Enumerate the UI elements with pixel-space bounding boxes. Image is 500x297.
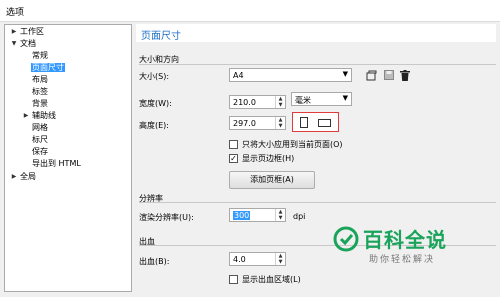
- expand-icon[interactable]: ▶: [22, 110, 30, 122]
- add-page-frame-button[interactable]: 添加页框(A): [229, 171, 315, 189]
- width-label: 宽度(W):: [139, 99, 172, 108]
- watermark-title: 百科全说: [363, 228, 447, 252]
- disk-icon[interactable]: [382, 68, 396, 82]
- show-bleed-area-checkbox[interactable]: 显示出血区域(L): [229, 274, 301, 285]
- options-tree[interactable]: ▶ 工作区 ▼ 文档 常规 页面尺寸 布局 标签 背景 ▶ 辅助线 网格 标尺 保存 …: [4, 24, 132, 292]
- divider: [139, 64, 496, 65]
- bleed-label: 出血(B):: [139, 257, 170, 266]
- spin-buttons[interactable]: ▲ ▼: [275, 209, 285, 221]
- spin-buttons[interactable]: ▲ ▼: [275, 96, 285, 108]
- watermark: 百科全说 助你轻松解决: [333, 222, 483, 272]
- tree-item-export-html[interactable]: 导出到 HTML: [31, 158, 82, 170]
- page-title: 页面尺寸: [136, 24, 496, 42]
- tree-item-background[interactable]: 背景: [31, 98, 49, 110]
- spin-buttons[interactable]: ▲ ▼: [275, 117, 285, 129]
- delete-icon[interactable]: [398, 68, 412, 82]
- dropdown-arrow-icon: ▼: [342, 94, 348, 102]
- tree-item-page-size[interactable]: 页面尺寸: [31, 62, 65, 74]
- render-resolution-spinbox[interactable]: 300 ▲ ▼: [229, 208, 286, 222]
- size-select[interactable]: A4 ▼: [229, 68, 352, 82]
- height-label: 高度(E):: [139, 121, 169, 130]
- tree-item-guidelines[interactable]: ▶ 辅助线: [24, 110, 57, 122]
- dpi-unit: dpi: [293, 212, 306, 221]
- checkbox[interactable]: [229, 275, 238, 284]
- save-preset-icon[interactable]: [364, 68, 378, 82]
- height-spinbox[interactable]: 297.0 ▲ ▼: [229, 116, 286, 130]
- landscape-icon[interactable]: [318, 119, 331, 127]
- tree-item-labels[interactable]: 标签: [31, 86, 49, 98]
- spin-buttons[interactable]: ▲ ▼: [275, 253, 285, 265]
- divider: [139, 202, 496, 203]
- unit-select[interactable]: 毫米 ▼: [291, 92, 352, 106]
- tree-item-workspace[interactable]: ▶ 工作区: [12, 26, 45, 38]
- width-spinbox[interactable]: 210.0 ▲ ▼: [229, 95, 286, 109]
- render-resolution-label: 渲染分辨率(U):: [139, 213, 194, 222]
- show-page-border-checkbox[interactable]: ✓ 显示页边框(H): [229, 153, 294, 164]
- bleed-spinbox[interactable]: 4.0 ▲ ▼: [229, 252, 286, 266]
- portrait-icon[interactable]: [300, 117, 308, 128]
- tree-item-save[interactable]: 保存: [31, 146, 49, 158]
- apply-current-page-checkbox[interactable]: 只将大小应用到当前页面(O): [229, 139, 343, 150]
- title-bar: 选项: [0, 0, 500, 22]
- tree-item-layout[interactable]: 布局: [31, 74, 49, 86]
- expand-icon[interactable]: ▶: [10, 171, 18, 183]
- size-label: 大小(S):: [139, 72, 170, 81]
- tree-item-rulers[interactable]: 标尺: [31, 134, 49, 146]
- expand-icon[interactable]: ▶: [10, 26, 18, 38]
- tree-item-grid[interactable]: 网格: [31, 122, 49, 134]
- window-title: 选项: [6, 8, 25, 18]
- baike-logo-icon: [333, 226, 359, 252]
- orientation-group: [292, 112, 339, 132]
- checkbox-checked[interactable]: ✓: [229, 154, 238, 163]
- collapse-icon[interactable]: ▼: [10, 38, 18, 50]
- tree-item-document[interactable]: ▼ 文档: [12, 38, 37, 50]
- checkbox[interactable]: [229, 140, 238, 149]
- tree-item-global[interactable]: ▶ 全局: [12, 171, 37, 183]
- tree-item-general[interactable]: 常规: [31, 50, 49, 62]
- dropdown-arrow-icon: ▼: [342, 70, 348, 78]
- watermark-subtitle: 助你轻松解决: [369, 255, 436, 265]
